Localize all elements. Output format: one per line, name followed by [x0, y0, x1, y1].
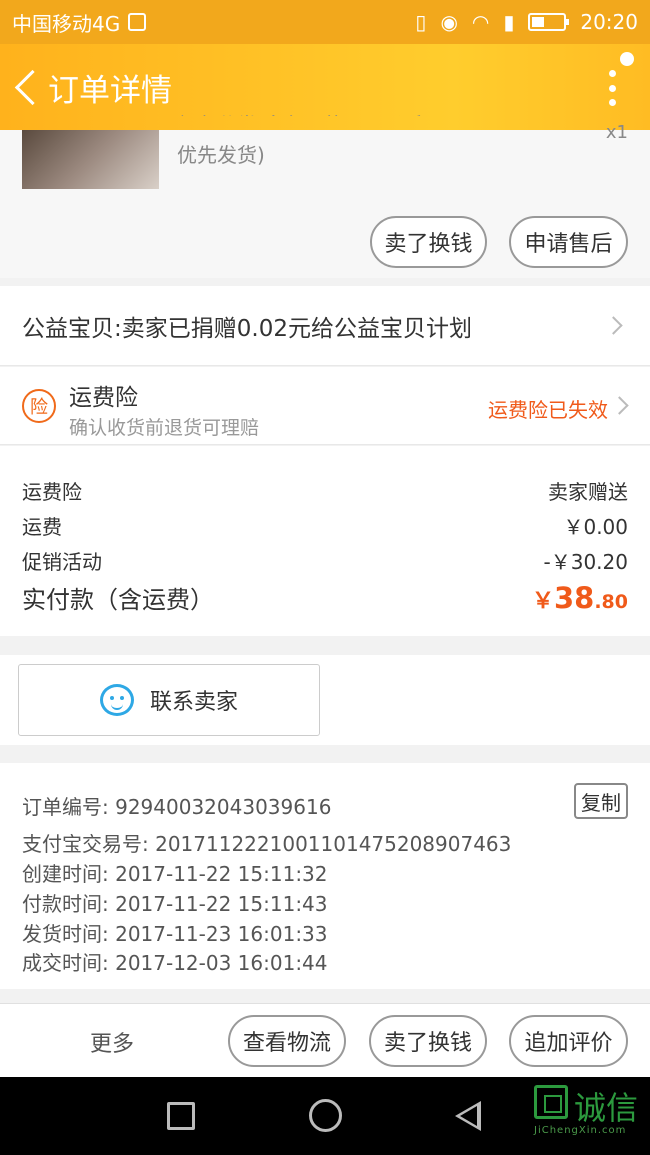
sell-button[interactable]: 卖了换钱	[370, 216, 487, 268]
review-button[interactable]: 追加评价	[509, 1015, 628, 1067]
chevron-right-icon	[610, 396, 629, 415]
insurance-subtitle: 确认收货前退货可理赔	[69, 417, 260, 439]
goods-description: 颜色分类:白色及的号码(预留 优先发货)	[177, 113, 432, 170]
price-value: 卖家赠送	[548, 480, 628, 504]
copy-button[interactable]: 复制	[574, 783, 628, 819]
vibrate-icon: ▯	[415, 10, 427, 34]
goods-thumbnail[interactable]	[22, 130, 159, 189]
system-nav-bar: 诚信 JiChengXin.com	[0, 1077, 650, 1155]
price-row: 运费险 卖家赠送	[22, 476, 628, 505]
order-info: 订单编号: 92940032043039616 复制 支付宝交易号: 20171…	[0, 763, 650, 989]
price-row: 运费 ￥0.00	[22, 511, 628, 540]
price-label: 运费	[22, 515, 62, 539]
battery-icon	[528, 13, 570, 31]
watermark-url: JiChengXin.com	[534, 1125, 627, 1136]
alipay-number: 支付宝交易号: 2017112221001101475208907463	[22, 832, 512, 856]
sell-button[interactable]: 卖了换钱	[369, 1015, 487, 1067]
nav-bar: 订单详情	[0, 44, 650, 130]
goods-quantity: x1	[605, 122, 628, 143]
price-value: ￥0.00	[563, 515, 628, 539]
more-button[interactable]: 更多	[90, 1026, 134, 1058]
eye-icon: ◉	[440, 10, 458, 34]
watermark: 诚信 JiChengXin.com	[530, 1083, 648, 1153]
created-time: 创建时间: 2017-11-22 15:11:32	[22, 862, 328, 886]
more-icon[interactable]	[608, 70, 616, 106]
logistics-button[interactable]: 查看物流	[228, 1015, 346, 1067]
total-decimal: .80	[594, 591, 628, 613]
wifi-icon: ◠	[471, 10, 490, 34]
sim-icon	[128, 13, 147, 31]
completed-time: 成交时间: 2017-12-03 16:01:44	[22, 951, 328, 975]
chevron-right-icon	[604, 316, 623, 335]
donation-text: 公益宝贝:卖家已捐赠0.02元给公益宝贝计划	[22, 315, 472, 342]
signal-icon: ▮	[503, 10, 515, 34]
action-bar: 更多 查看物流 卖了换钱 追加评价	[0, 1003, 650, 1077]
recents-icon[interactable]	[167, 1102, 195, 1130]
clock: 20:20	[580, 10, 638, 34]
total-amount: ￥38.80	[532, 581, 628, 615]
insurance-title: 运费险	[69, 385, 138, 411]
goods-desc-line: 优先发货)	[177, 143, 265, 167]
insurance-icon: 险	[22, 389, 56, 423]
watermark-name: 诚信	[574, 1089, 639, 1127]
price-label: 促销活动	[22, 550, 102, 574]
aftersale-button[interactable]: 申请售后	[509, 216, 628, 268]
contact-seller-button[interactable]: 联系卖家	[18, 664, 320, 736]
status-bar: 中国移动4G ▯ ◉ ◠ ▮ 20:20	[0, 0, 650, 44]
contact-seller-label: 联系卖家	[149, 690, 238, 715]
goods-desc-clipped: 颜色分类:白色及的号码(预留	[177, 110, 432, 116]
chat-icon	[99, 684, 134, 716]
page-title: 订单详情	[48, 72, 172, 109]
watermark-logo-icon	[534, 1085, 568, 1119]
total-label: 实付款（含运费）	[22, 586, 214, 614]
paid-time: 付款时间: 2017-11-22 15:11:43	[22, 892, 328, 916]
back-triangle-icon[interactable]	[455, 1101, 481, 1131]
donation-row[interactable]: 公益宝贝:卖家已捐赠0.02元给公益宝贝计划	[0, 286, 650, 366]
carrier-label: 中国移动4G	[12, 11, 121, 36]
price-label: 运费险	[22, 480, 82, 504]
shipped-time: 发货时间: 2017-11-23 16:01:33	[22, 922, 328, 946]
price-breakdown: 运费险 卖家赠送 运费 ￥0.00 促销活动 -￥30.20 实付款（含运费） …	[0, 446, 650, 636]
back-icon[interactable]	[8, 57, 46, 117]
order-number: 订单编号: 92940032043039616	[22, 795, 332, 819]
price-value: -￥30.20	[543, 550, 628, 574]
insurance-row[interactable]: 险 运费险 确认收货前退货可理赔 运费险已失效	[0, 367, 650, 445]
home-icon[interactable]	[309, 1099, 342, 1132]
notification-dot	[620, 52, 634, 66]
goods-item[interactable]: 颜色分类:白色及的号码(预留 优先发货) x1 卖了换钱 申请售后	[0, 113, 650, 278]
total-row: 实付款（含运费） ￥38.80	[22, 580, 628, 615]
price-row: 促销活动 -￥30.20	[22, 546, 628, 575]
total-currency: ￥	[531, 589, 554, 614]
total-integer: 38	[553, 581, 595, 615]
contact-section: 联系卖家	[0, 655, 650, 745]
insurance-status: 运费险已失效	[488, 398, 608, 422]
